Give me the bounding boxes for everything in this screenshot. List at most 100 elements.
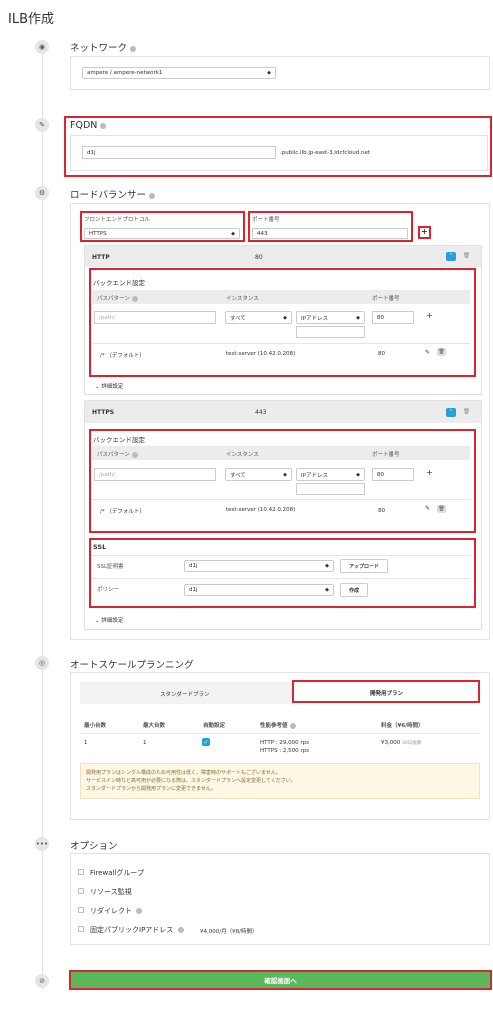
instance-select[interactable]: すべて ◆ bbox=[225, 311, 292, 324]
monitor-label: リソース監視 bbox=[90, 888, 132, 896]
header-max: 最大台数 bbox=[143, 723, 166, 729]
autoscale-section-title: オートスケールプランニング bbox=[70, 660, 194, 671]
note-line-3: スタンダードプランから開発用プランに変更できません。 bbox=[86, 786, 216, 792]
monitor-checkbox[interactable] bbox=[78, 888, 84, 894]
help-icon bbox=[177, 927, 184, 933]
https-table-header bbox=[92, 446, 470, 460]
help-icon bbox=[289, 722, 296, 729]
tab-standard[interactable]: スタンダードプラン bbox=[160, 690, 210, 698]
redirect-checkbox[interactable] bbox=[78, 907, 84, 913]
trash-icon[interactable]: 🗑 bbox=[437, 505, 446, 513]
rule-port: 80 bbox=[378, 508, 385, 514]
backend-port-input[interactable]: 80 bbox=[372, 468, 414, 481]
https-header-bar bbox=[85, 401, 481, 423]
trash-icon[interactable]: 🗑 bbox=[463, 409, 470, 415]
port-label: ポート番号 bbox=[252, 217, 280, 223]
chevron-icon: ◆ bbox=[325, 563, 329, 569]
ip-input[interactable] bbox=[296, 326, 365, 338]
http-port: 80 bbox=[255, 254, 263, 261]
perf-http: HTTP : 29,000 rps bbox=[260, 740, 310, 746]
http-detail-toggle[interactable]: ⌄ 詳細設定 bbox=[95, 382, 123, 390]
https-detail-toggle[interactable]: ⌄ 詳細設定 bbox=[95, 616, 123, 624]
divider bbox=[92, 343, 470, 344]
collapse-button[interactable]: ˄ bbox=[446, 408, 456, 417]
path-input[interactable]: /path/ bbox=[94, 468, 216, 481]
perf-https: HTTPS : 2,500 rps bbox=[260, 748, 310, 754]
trash-icon[interactable]: 🗑 bbox=[437, 348, 446, 356]
backend-port-input[interactable]: 80 bbox=[372, 311, 414, 324]
ssl-title: SSL bbox=[93, 543, 107, 551]
add-rule-button[interactable]: + bbox=[426, 468, 433, 477]
pencil-icon[interactable]: ✎ bbox=[425, 349, 430, 356]
path-input[interactable]: /path/ bbox=[94, 311, 216, 324]
pencil-icon[interactable]: ✎ bbox=[425, 505, 430, 512]
ip-select[interactable]: IPアドレス ◆ bbox=[296, 311, 365, 324]
ip-select[interactable]: IPアドレス ◆ bbox=[296, 468, 365, 481]
header-path: パスパターン bbox=[97, 294, 138, 302]
rule-port: 80 bbox=[378, 351, 385, 357]
header-auto: 自動設定 bbox=[203, 723, 226, 729]
header-port: ポート番号 bbox=[372, 296, 400, 302]
add-listener-button[interactable]: + bbox=[421, 227, 428, 236]
https-backend-highlight bbox=[89, 429, 476, 533]
instance-select[interactable]: すべて ◆ bbox=[225, 468, 292, 481]
header-instance: インスタンス bbox=[226, 296, 259, 302]
cert-select[interactable]: d1j ◆ bbox=[184, 560, 334, 572]
divider bbox=[80, 733, 480, 734]
ssl-highlight bbox=[89, 538, 476, 608]
https-port: 443 bbox=[255, 409, 267, 416]
divider bbox=[92, 499, 470, 500]
help-icon bbox=[131, 451, 138, 458]
lb-section-title: ロードバランサー bbox=[70, 187, 156, 201]
http-name: HTTP bbox=[92, 254, 110, 261]
fqdn-suffix: .public.ilb.jp-east-3.idcfcloud.net bbox=[280, 150, 371, 156]
upload-button[interactable]: アップロード bbox=[340, 559, 388, 573]
help-icon bbox=[100, 122, 107, 129]
ellipsis-icon: ••• bbox=[35, 837, 49, 851]
rule-instance: test-server (10.42.0.208) bbox=[226, 351, 296, 357]
create-button[interactable]: 作成 bbox=[340, 583, 368, 597]
chevron-icon: ◆ bbox=[325, 587, 329, 593]
http-backend-title: バックエンド設定 bbox=[93, 279, 145, 287]
collapse-button[interactable]: ˄ bbox=[446, 252, 456, 261]
options-section-title: オプション bbox=[70, 841, 118, 852]
pencil-icon: ✎ bbox=[35, 118, 49, 132]
target-icon: ◎ bbox=[35, 656, 49, 670]
auto-checkbox[interactable]: ✓ bbox=[202, 738, 210, 746]
fixed-ip-label: 固定パブリックIPアドレス bbox=[90, 925, 184, 935]
network-section-title: ネットワーク bbox=[70, 40, 137, 54]
confirm-button[interactable]: 確認画面へ bbox=[69, 970, 492, 990]
trash-icon[interactable]: 🗑 bbox=[463, 253, 470, 259]
port-input[interactable]: 443 bbox=[252, 228, 408, 239]
chevron-icon: ◆ bbox=[283, 471, 287, 478]
https-name: HTTPS bbox=[92, 409, 115, 416]
chevron-icon: ◆ bbox=[356, 471, 360, 478]
page-title: ILB作成 bbox=[8, 12, 54, 27]
redirect-label: リダイレクト bbox=[90, 906, 143, 916]
header-instance: インスタンス bbox=[226, 452, 259, 458]
fqdn-input[interactable]: d1j bbox=[82, 146, 276, 159]
price-value: ¥3,000 30日換算 bbox=[381, 740, 422, 746]
protocol-select[interactable]: HTTPS ◆ bbox=[84, 228, 240, 239]
chevron-icon: ◆ bbox=[283, 314, 287, 321]
chevron-icon: ◆ bbox=[267, 70, 271, 76]
network-select[interactable]: ampere / ampere-network1 ◆ bbox=[82, 67, 276, 79]
chevron-icon: ◆ bbox=[231, 230, 235, 237]
firewall-checkbox[interactable] bbox=[78, 869, 84, 875]
header-min: 最小台数 bbox=[84, 723, 107, 729]
add-rule-button[interactable]: + bbox=[426, 311, 433, 320]
policy-select[interactable]: d1j ◆ bbox=[184, 584, 334, 596]
tab-dev[interactable]: 開発用プラン bbox=[370, 689, 403, 697]
header-price: 料金（¥6/時間） bbox=[381, 723, 424, 729]
policy-label: ポリシー bbox=[97, 587, 120, 593]
ip-input[interactable] bbox=[296, 483, 365, 495]
divider bbox=[92, 578, 470, 579]
fixed-ip-checkbox[interactable] bbox=[78, 926, 84, 932]
fqdn-section-title: FQDN bbox=[70, 120, 107, 131]
help-icon bbox=[149, 192, 156, 199]
rule-instance: test-server (10.42.0.208) bbox=[226, 507, 296, 513]
gears-icon: ⚙ bbox=[35, 186, 49, 200]
help-icon bbox=[136, 908, 143, 914]
header-perf: 性能参考値 bbox=[260, 721, 296, 729]
rule-path: /* （デフォルト） bbox=[100, 353, 145, 359]
